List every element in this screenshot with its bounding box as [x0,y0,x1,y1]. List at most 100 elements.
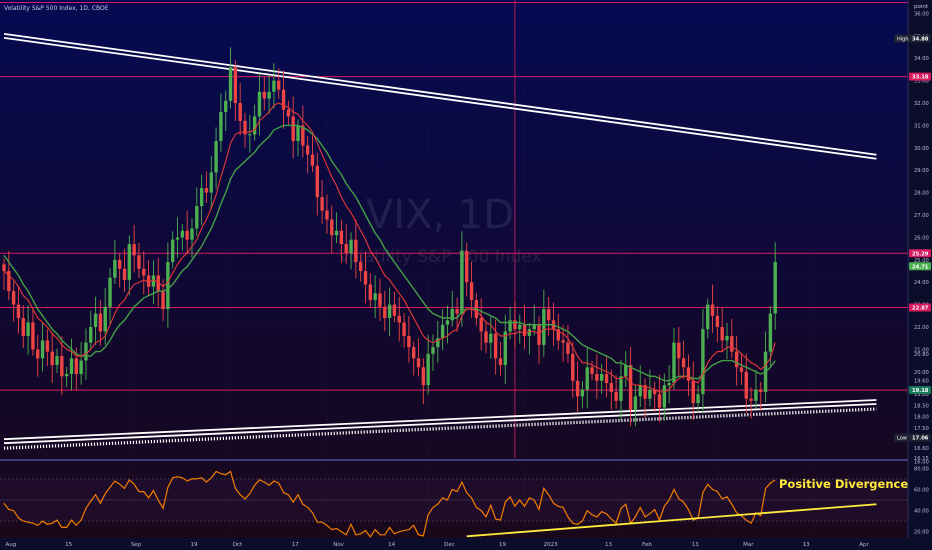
vix-chart[interactable]: VIX, 1D Volatility S&P 500 Index Positiv… [0,0,932,550]
time-tick-label: 19 [499,542,506,548]
candle-body [161,291,165,310]
candle-body [31,322,35,350]
candle-body [171,239,175,263]
price-label-value: 17.06 [912,436,929,442]
price-tick-label: 30.00 [914,146,929,152]
watermark: VIX, 1D Volatility S&P 500 Index [338,192,541,267]
candle-body [773,262,777,314]
candle-body [349,239,353,254]
price-tick-label: 22.00 [914,325,929,331]
candle-body [677,342,681,359]
candle-body [585,367,589,390]
candle-body [638,385,642,397]
candle-body [373,293,377,301]
candle-body [542,309,546,345]
price-tick-label: 19.60 [914,379,929,385]
time-tick-label: Aug [5,542,16,548]
candle-body [21,318,25,336]
candle-body [286,109,291,117]
candle-body [657,394,662,408]
candle-body [739,367,744,372]
candle-body [74,358,78,375]
candle-body [267,91,271,99]
rsi-tick-label: 40.00 [914,509,929,515]
candle-body [224,100,228,112]
candle-body [571,353,575,381]
price-tick-label: 18.00 [914,415,929,421]
candle-body [465,250,469,283]
candle-body [238,103,242,121]
candle-body [219,111,223,142]
time-tick-label: Mar [743,542,754,548]
candle-body [503,331,507,366]
candle-body [344,244,348,254]
candle-body [416,358,421,368]
time-tick-label: 19 [190,542,197,548]
price-tick-label: 26.00 [914,235,929,241]
candle-body [619,376,623,401]
candle-body [575,380,580,397]
candle-body [489,333,493,343]
candle-body [667,382,671,386]
candle-body [701,329,705,395]
candle-body [281,89,286,110]
candle-body [132,244,136,256]
price-tick-label: 34.00 [914,56,929,62]
candle-body [383,306,387,319]
candle-body [460,250,464,314]
candle-body [720,326,724,341]
price-label-value: 24.71 [912,264,929,270]
candle-body [566,342,570,354]
candle-body [204,188,209,193]
candle-body [166,262,170,310]
candle-body [60,356,64,377]
candle-body [392,304,397,316]
rsi-tick-label: 20.00 [914,530,929,536]
candle-body [397,315,401,323]
candle-body [546,309,551,321]
price-label-name: High [897,37,909,43]
candle-body [214,141,218,173]
time-tick-label: 17 [292,542,299,548]
time-tick-label: Feb [642,542,652,548]
price-tick-label: 16.60 [914,446,929,452]
candle-body [754,389,758,401]
price-tick-label: 27.00 [914,213,929,219]
candle-body [715,315,720,327]
candle-body [421,367,426,386]
price-tick-label: 20.00 [914,370,929,376]
candle-body [2,264,6,271]
candle-body [310,154,315,166]
candle-body [744,371,748,399]
candle-body [768,313,773,352]
price-tick-label: 31.00 [914,123,929,129]
time-tick-label: 15 [65,542,72,548]
candle-body [518,324,522,330]
candle-body [628,365,633,410]
candle-body [662,385,667,408]
candle-body [190,228,194,240]
candle-body [734,351,739,368]
candle-body [363,270,368,285]
rsi-tick-label: 60.00 [914,487,929,493]
time-tick-label: 2023 [544,542,558,548]
candle-body [113,259,117,278]
candle-body [199,188,204,207]
candle-body [64,374,69,377]
candle-body [325,210,329,220]
price-label-value: 22.87 [912,305,929,311]
candle-body [469,282,474,301]
axis-unit-label: point [914,4,929,10]
candle-body [339,230,344,245]
rsi-annotation: Positive Divergence [779,477,908,491]
candle-body [117,259,122,269]
time-tick-label: 13 [692,542,699,548]
price-label-name: Low [897,436,907,442]
candle-body [305,145,310,155]
candle-body [402,322,406,336]
candle-body [358,262,363,271]
candle-body [262,91,266,99]
candle-body [257,91,262,117]
candle-body [426,353,430,386]
candle-body [330,219,334,236]
